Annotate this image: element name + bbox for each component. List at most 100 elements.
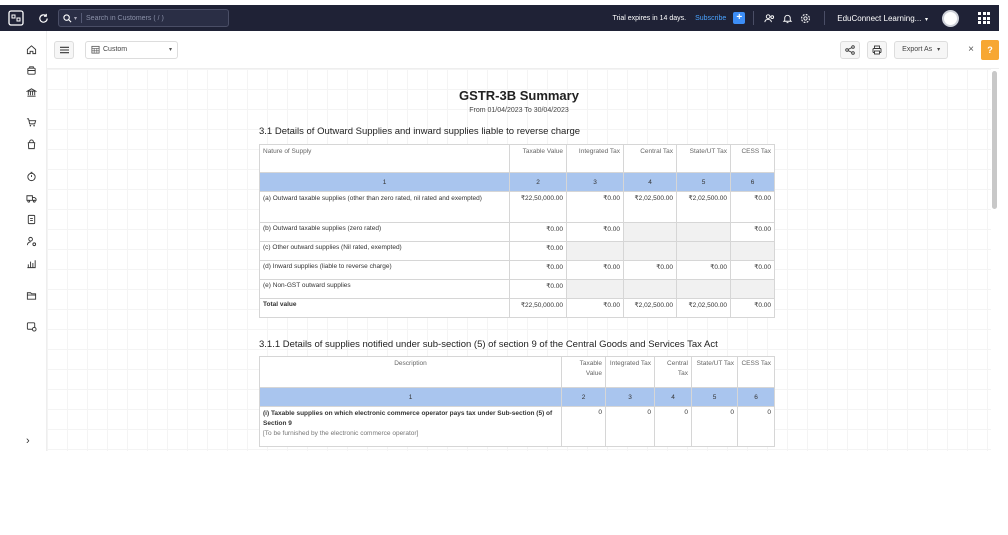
section-3-1-title: 3.1 Details of Outward Supplies and inwa…	[259, 126, 581, 137]
row-label: (i) Taxable supplies on which electronic…	[263, 410, 553, 427]
taxable-value-cell: ₹22,50,000.00	[509, 298, 567, 318]
column-number: 3	[566, 172, 624, 192]
central-tax-cell: ₹2,02,500.00	[623, 191, 677, 223]
column-number: 2	[561, 387, 606, 407]
scrollbar-thumb[interactable]	[992, 71, 997, 209]
column-number: 4	[654, 387, 692, 407]
cess-tax-cell: ₹0.00	[730, 222, 775, 242]
hamburger-menu-icon[interactable]	[54, 40, 74, 59]
outward-supplies-table: Nature of Supply Taxable Value Integrate…	[259, 144, 775, 318]
taxable-value-cell: ₹0.00	[509, 279, 567, 299]
table-row: (c) Other outward supplies (Nil rated, e…	[259, 241, 775, 261]
central-tax-cell	[623, 241, 677, 261]
date-range-value: Custom	[103, 46, 128, 53]
export-as-button[interactable]: Export As ▾	[894, 40, 949, 59]
vertical-scrollbar[interactable]	[991, 69, 999, 451]
search-input[interactable]	[86, 14, 217, 22]
column-header: CESS Tax	[730, 144, 775, 173]
config-apps-icon[interactable]	[24, 319, 38, 333]
home-icon[interactable]	[24, 42, 38, 56]
ecommerce-supplies-table: Description Taxable Value Integrated Tax…	[259, 356, 775, 447]
settings-gear-icon[interactable]	[798, 11, 812, 25]
refresh-icon[interactable]	[36, 11, 50, 25]
help-button[interactable]: ?	[981, 39, 999, 60]
column-header: CESS Tax	[737, 356, 775, 388]
export-as-label: Export As	[902, 46, 933, 53]
central-tax-cell: 0	[654, 406, 692, 447]
section-3-1-1-title: 3.1.1 Details of supplies notified under…	[259, 339, 718, 350]
notification-bell-icon[interactable]	[780, 11, 794, 25]
row-label: (a) Outward taxable supplies (other than…	[259, 191, 510, 223]
taxable-value-cell: 0	[561, 406, 606, 447]
top-bar-divider	[753, 11, 755, 25]
items-box-icon[interactable]	[24, 63, 38, 77]
table-total-row: Total value ₹22,50,000.00 ₹0.00 ₹2,02,50…	[259, 298, 775, 318]
bank-icon[interactable]	[24, 85, 38, 99]
reports-bar-chart-icon[interactable]	[24, 256, 38, 270]
subscribe-link[interactable]: Subscribe	[695, 15, 726, 22]
column-header: State/UT Tax	[691, 356, 738, 388]
column-header: Central Tax	[654, 356, 692, 388]
cess-tax-cell	[730, 241, 775, 261]
app-logo-icon[interactable]	[6, 8, 26, 28]
state-tax-cell: ₹2,02,500.00	[676, 191, 731, 223]
cess-tax-cell: ₹0.00	[730, 260, 775, 280]
purchases-bag-icon[interactable]	[24, 137, 38, 151]
table-row: (d) Inward supplies (liable to reverse c…	[259, 260, 775, 280]
state-tax-cell	[676, 241, 731, 261]
documents-icon[interactable]	[24, 212, 38, 226]
column-header: Taxable Value	[561, 356, 606, 388]
central-tax-cell: ₹2,02,500.00	[623, 298, 677, 318]
search-scope-chevron-down-icon[interactable]: ▾	[74, 15, 77, 22]
state-tax-cell	[676, 279, 731, 299]
central-tax-cell	[623, 222, 677, 242]
users-icon[interactable]	[762, 11, 776, 25]
chevron-down-icon: ▾	[937, 47, 941, 53]
organization-name: EduConnect Learning...	[837, 13, 922, 23]
date-range-select[interactable]: Custom ▾	[85, 40, 178, 59]
row-label: (c) Other outward supplies (Nil rated, e…	[259, 241, 510, 261]
central-tax-cell: ₹0.00	[623, 260, 677, 280]
column-number: 4	[623, 172, 677, 192]
share-icon[interactable]	[840, 40, 861, 59]
column-number: 1	[259, 172, 510, 192]
integrated-tax-cell: ₹0.00	[566, 260, 624, 280]
user-avatar[interactable]	[942, 9, 959, 27]
table-row: (b) Outward taxable supplies (zero rated…	[259, 222, 775, 242]
eway-bill-truck-icon[interactable]	[24, 191, 38, 205]
column-number: 3	[605, 387, 655, 407]
column-header: State/UT Tax	[676, 144, 731, 173]
top-bar: ▾ Trial expires in 14 days. Subscribe + …	[0, 5, 999, 31]
search-box[interactable]: ▾	[58, 9, 229, 27]
state-tax-cell: ₹0.00	[676, 260, 731, 280]
integrated-tax-cell: 0	[605, 406, 655, 447]
row-note: [To be furnished by the electronic comme…	[263, 429, 419, 437]
report-toolbar: Custom ▾ Export As ▾ × ?	[47, 31, 999, 69]
cess-tax-cell	[730, 279, 775, 299]
column-number: 1	[259, 387, 562, 407]
accountant-user-icon[interactable]	[24, 234, 38, 248]
state-tax-cell: ₹2,02,500.00	[676, 298, 731, 318]
documents-folder-icon[interactable]	[24, 288, 38, 302]
sidebar-expand-chevron-right-icon[interactable]: ›	[26, 435, 30, 447]
column-header: Description	[259, 356, 562, 388]
time-tracking-stopwatch-icon[interactable]	[24, 169, 38, 183]
app-grid-icon[interactable]	[977, 11, 991, 25]
report-content: GSTR-3B Summary From 01/04/2023 To 30/04…	[47, 69, 991, 451]
row-label: (b) Outward taxable supplies (zero rated…	[259, 222, 510, 242]
state-tax-cell: 0	[691, 406, 738, 447]
close-icon[interactable]: ×	[968, 44, 974, 55]
column-number: 6	[737, 387, 775, 407]
quick-create-plus-icon[interactable]: +	[733, 12, 746, 24]
organization-switcher[interactable]: EduConnect Learning... ▾	[837, 14, 928, 23]
column-number-row: 1 2 3 4 5 6	[259, 387, 775, 407]
central-tax-cell	[623, 279, 677, 299]
search-icon[interactable]	[63, 13, 73, 23]
column-header: Taxable Value	[509, 144, 567, 173]
print-icon[interactable]	[867, 40, 888, 59]
table-row: (e) Non-GST outward supplies ₹0.00	[259, 279, 775, 299]
table-header-row: Nature of Supply Taxable Value Integrate…	[259, 144, 775, 173]
taxable-value-cell: ₹22,50,000.00	[509, 191, 567, 223]
gstr3b-document: GSTR-3B Summary From 01/04/2023 To 30/04…	[47, 69, 991, 451]
sales-cart-icon[interactable]	[24, 115, 38, 129]
